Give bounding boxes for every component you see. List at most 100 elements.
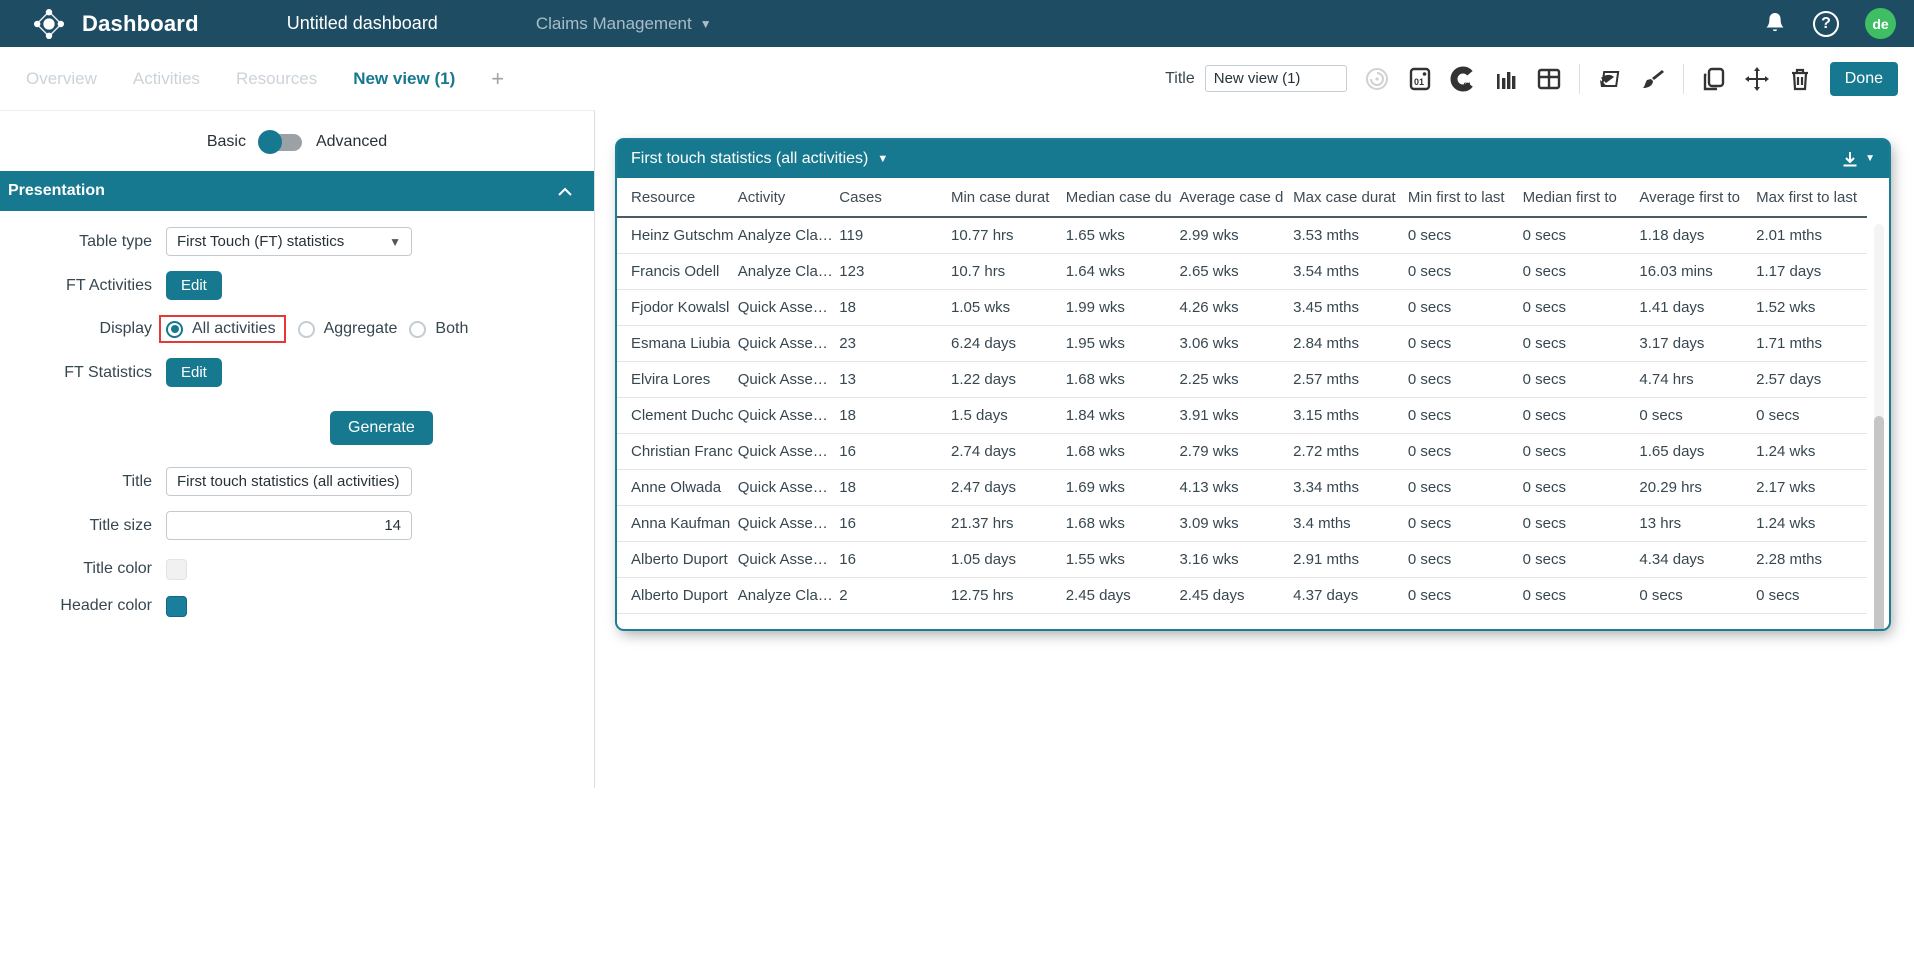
app-logo-icon — [32, 7, 66, 41]
table-cell: 2.01 mths — [1752, 217, 1867, 254]
radio-aggregate[interactable]: Aggregate — [298, 320, 398, 338]
table-cell: 0 secs — [1519, 542, 1636, 578]
edit-ft-activities-button[interactable]: Edit — [166, 271, 222, 300]
svg-text:01: 01 — [1414, 77, 1424, 87]
column-header[interactable]: Cases — [835, 178, 947, 217]
generate-button[interactable]: Generate — [330, 411, 433, 445]
widget-title-input[interactable] — [1205, 65, 1347, 92]
column-header[interactable]: Average case d — [1175, 178, 1289, 217]
column-header[interactable]: Average first to — [1635, 178, 1752, 217]
edit-ft-statistics-button[interactable]: Edit — [166, 358, 222, 387]
table-cell: 16.03 mins — [1635, 254, 1752, 290]
column-header[interactable]: Max case durat — [1289, 178, 1404, 217]
table-cell: 0 secs — [1404, 254, 1519, 290]
table-cell: Elvira Lores — [617, 362, 734, 398]
tab-new-view[interactable]: New view (1) — [353, 69, 455, 89]
user-avatar[interactable]: de — [1865, 8, 1896, 39]
title-color-swatch[interactable] — [166, 559, 187, 580]
table-cell: 0 secs — [1404, 362, 1519, 398]
table-cell: 0 secs — [1404, 398, 1519, 434]
table-row[interactable]: Christian FrancQuick Asse…162.74 days1.6… — [617, 434, 1867, 470]
table-cell: 2.79 wks — [1175, 434, 1289, 470]
add-view-button[interactable]: + — [491, 66, 504, 92]
download-button[interactable]: ▼ — [1840, 149, 1875, 169]
table-cell: 21.37 hrs — [947, 506, 1062, 542]
brush-icon[interactable] — [1640, 66, 1666, 92]
table-row[interactable]: Alberto DuportAnalyze Cla…212.75 hrs2.45… — [617, 578, 1867, 614]
copy-icon[interactable] — [1701, 66, 1727, 92]
table-cell: 2.84 mths — [1289, 326, 1404, 362]
move-icon[interactable] — [1744, 66, 1770, 92]
radio-all-activities[interactable]: All activities — [159, 315, 286, 343]
table-cell: 0 secs — [1404, 217, 1519, 254]
table-cell: Alberto Duport — [617, 578, 734, 614]
column-header[interactable]: Median first to — [1519, 178, 1636, 217]
help-icon[interactable]: ? — [1813, 11, 1839, 37]
table-cell: 0 secs — [1519, 506, 1636, 542]
basic-advanced-toggle[interactable] — [260, 134, 302, 151]
table-cell: 2.72 mths — [1289, 434, 1404, 470]
title-size-input[interactable] — [166, 511, 412, 540]
table-row[interactable]: Anna KaufmanQuick Asse…1621.37 hrs1.68 w… — [617, 506, 1867, 542]
table-row[interactable]: Heinz GutschmAnalyze Cla…11910.77 hrs1.6… — [617, 217, 1867, 254]
tab-resources[interactable]: Resources — [236, 69, 317, 89]
table-row[interactable]: Francis OdellAnalyze Cla…12310.7 hrs1.64… — [617, 254, 1867, 290]
table-cell: 2 — [835, 578, 947, 614]
donut-chart-widget-icon[interactable]: 01 — [1450, 66, 1476, 92]
column-header[interactable]: Max first to last — [1752, 178, 1867, 217]
table-cell: 3.91 wks — [1175, 398, 1289, 434]
table-cell: 1.05 wks — [947, 290, 1062, 326]
table-widget[interactable]: First touch statistics (all activities) … — [617, 140, 1889, 629]
table-cell: 0 secs — [1752, 578, 1867, 614]
table-widget-icon[interactable] — [1536, 66, 1562, 92]
widget-titlebar[interactable]: First touch statistics (all activities) … — [617, 140, 1889, 178]
table-row[interactable]: Alberto DuportQuick Asse…161.05 days1.55… — [617, 542, 1867, 578]
notifications-bell-icon[interactable] — [1763, 11, 1787, 37]
delete-icon[interactable] — [1787, 66, 1813, 92]
tab-activities[interactable]: Activities — [133, 69, 200, 89]
widget-title-field[interactable] — [166, 467, 412, 496]
tab-overview[interactable]: Overview — [26, 69, 97, 89]
radio-both[interactable]: Both — [409, 320, 468, 338]
dataset-selector[interactable]: Claims Management ▼ — [536, 14, 712, 34]
presentation-section-header[interactable]: Presentation — [0, 171, 594, 211]
table-cell: 3.34 mths — [1289, 470, 1404, 506]
table-cell: Analyze Cla… — [734, 217, 836, 254]
app-title: Dashboard — [82, 11, 199, 37]
header-color-label: Header color — [0, 597, 152, 615]
dashboard-name[interactable]: Untitled dashboard — [287, 13, 438, 34]
radio-unselected-icon — [409, 321, 426, 338]
table-cell: Clement Duchc — [617, 398, 734, 434]
table-row[interactable]: Anne OlwadaQuick Asse…182.47 days1.69 wk… — [617, 470, 1867, 506]
app-window: Dashboard Untitled dashboard Claims Mana… — [0, 0, 1914, 962]
table-row[interactable]: Clement DuchcQuick Asse…181.5 days1.84 w… — [617, 398, 1867, 434]
header-color-swatch[interactable] — [166, 596, 187, 617]
done-button[interactable]: Done — [1830, 62, 1898, 96]
format-paint-icon[interactable] — [1597, 66, 1623, 92]
table-cell: 0 secs — [1519, 362, 1636, 398]
scrollbar-thumb[interactable] — [1874, 416, 1884, 629]
table-cell: 3.06 wks — [1175, 326, 1289, 362]
table-type-select[interactable]: First Touch (FT) statistics ▼ — [166, 227, 412, 256]
view-tabs: Overview Activities Resources New view (… — [0, 66, 504, 92]
column-header[interactable]: Resource — [617, 178, 734, 217]
column-header[interactable]: Min first to last — [1404, 178, 1519, 217]
bar-chart-widget-icon[interactable] — [1493, 66, 1519, 92]
table-cell: Quick Asse… — [734, 398, 836, 434]
kpi-widget-icon[interactable]: 01 — [1407, 66, 1433, 92]
table-cell: 1.64 wks — [1062, 254, 1176, 290]
table-cell: 4.34 days — [1635, 542, 1752, 578]
table-cell: 16 — [835, 434, 947, 470]
table-cell: 4.13 wks — [1175, 470, 1289, 506]
table-cell: 0 secs — [1519, 398, 1636, 434]
table-cell: 2.65 wks — [1175, 254, 1289, 290]
table-row[interactable]: Esmana LiubiaQuick Asse…236.24 days1.95 … — [617, 326, 1867, 362]
column-header[interactable]: Min case durat — [947, 178, 1062, 217]
column-header[interactable]: Activity — [734, 178, 836, 217]
ft-activities-label: FT Activities — [0, 277, 152, 295]
table-cell: 1.22 days — [947, 362, 1062, 398]
table-row[interactable]: Elvira LoresQuick Asse…131.22 days1.68 w… — [617, 362, 1867, 398]
column-header[interactable]: Median case du — [1062, 178, 1176, 217]
process-model-icon — [1364, 66, 1390, 92]
table-row[interactable]: Fjodor KowalslQuick Asse…181.05 wks1.99 … — [617, 290, 1867, 326]
